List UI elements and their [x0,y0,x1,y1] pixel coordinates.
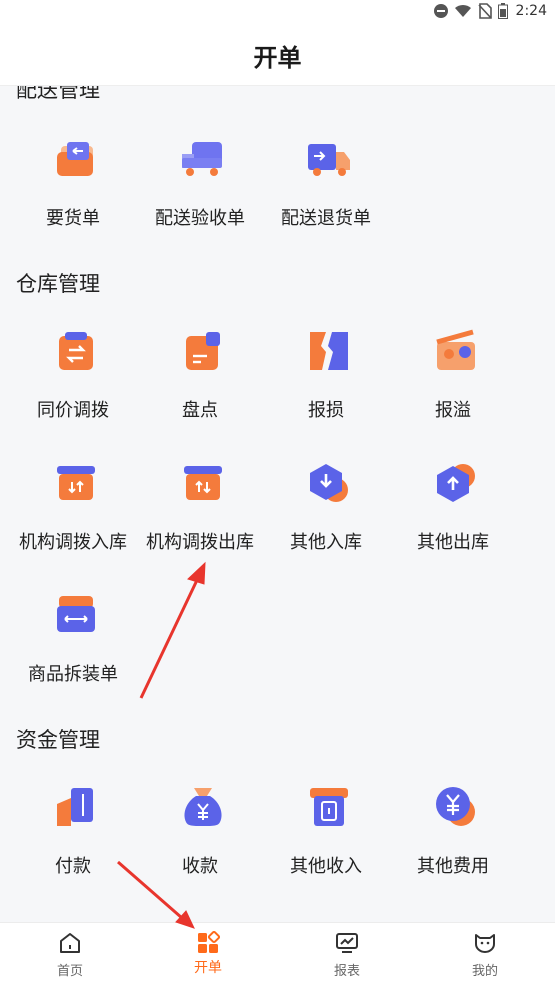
nav-item-reports[interactable]: 报表 [278,923,416,983]
menu-label: 配送退货单 [281,208,371,229]
section-title-distribution: 配送管理 [16,86,100,102]
menu-item-other-stock-out[interactable]: 其他出库 [389,452,517,572]
section-title-warehouse: 仓库管理 [16,272,100,296]
menu-label: 机构调拨入库 [19,532,127,553]
menu-item-payment[interactable]: 付款 [9,776,137,896]
menu-label: 同价调拨 [37,400,109,421]
nav-label: 开单 [194,960,222,976]
income-icon [310,788,348,826]
menu-label: 其他出库 [417,532,489,553]
delivery-truck-icon [182,142,222,176]
menu-item-product-assembly[interactable]: 商品拆装单 [9,584,137,704]
menu-item-delivery-acceptance[interactable]: 配送验收单 [136,128,264,248]
menu-label: 报损 [308,400,344,421]
menu-label: 机构调拨出库 [146,532,254,553]
nav-item-profile[interactable]: 我的 [416,923,554,983]
menu-item-stocktake[interactable]: 盘点 [136,320,264,440]
billing-grid-icon [198,931,220,953]
menu-item-inst-transfer-out[interactable]: 机构调拨出库 [136,452,264,572]
stock-out-icon [437,464,475,502]
nav-label: 首页 [56,964,83,979]
money-bag-icon [184,788,222,826]
menu-label: 报溢 [435,400,471,421]
do-not-disturb-icon [433,4,448,18]
status-bar: 2:24 [0,0,555,22]
menu-label: 盘点 [182,400,218,421]
menu-item-loss-report[interactable]: 报损 [262,320,390,440]
status-icons: 2:24 [433,2,547,20]
menu-label: 要货单 [46,208,100,229]
page-title: 开单 [253,44,302,72]
menu-item-same-price-transfer[interactable]: 同价调拨 [9,320,137,440]
section-title-finance: 资金管理 [16,728,100,752]
damage-icon [310,332,348,370]
menu-label: 收款 [182,856,218,877]
menu-label: 其他收入 [290,856,362,877]
menu-label: 付款 [55,856,91,877]
menu-item-other-expense[interactable]: 其他费用 [389,776,517,896]
requisition-icon [57,142,93,176]
reports-chart-icon [336,933,358,953]
battery-icon [497,3,508,19]
status-time: 2:24 [515,3,547,19]
transfer-out-box-icon [184,466,222,500]
home-icon [60,933,80,953]
wifi-icon [454,4,471,17]
menu-label: 商品拆装单 [28,664,118,685]
menu-label: 配送验收单 [155,208,245,229]
transfer-icon [59,332,93,370]
bottom-nav: 首页 开单 报表 我的 [0,922,555,987]
transfer-in-box-icon [57,466,95,500]
stock-in-icon [310,464,348,502]
menu-item-requisition[interactable]: 要货单 [9,128,137,248]
app-header: 开单 [0,22,555,86]
menu-item-other-stock-in[interactable]: 其他入库 [262,452,390,572]
no-sim-icon [477,3,492,19]
menu-item-inst-transfer-in[interactable]: 机构调拨入库 [9,452,137,572]
overflow-icon [436,329,475,370]
stocktake-icon [186,332,220,370]
menu-item-other-income[interactable]: 其他收入 [262,776,390,896]
menu-label: 其他费用 [417,856,489,877]
payment-card-icon [57,788,93,826]
assembly-box-icon [57,596,95,632]
menu-item-delivery-return[interactable]: 配送退货单 [262,128,390,248]
menu-item-receipt[interactable]: 收款 [136,776,264,896]
menu-content[interactable]: 配送管理 要货单 配送验收单 配送退货单 仓库管理 同价调拨 盘点 报损 报溢 … [0,86,555,922]
nav-label: 我的 [471,964,498,979]
nav-item-billing[interactable]: 开单 [139,923,277,983]
return-truck-icon [308,144,350,176]
nav-label: 报表 [333,964,360,979]
menu-label: 其他入库 [290,532,362,553]
nav-item-home[interactable]: 首页 [1,923,139,983]
profile-face-icon [475,934,495,953]
expense-coin-icon [436,787,475,826]
menu-item-overflow-report[interactable]: 报溢 [389,320,517,440]
